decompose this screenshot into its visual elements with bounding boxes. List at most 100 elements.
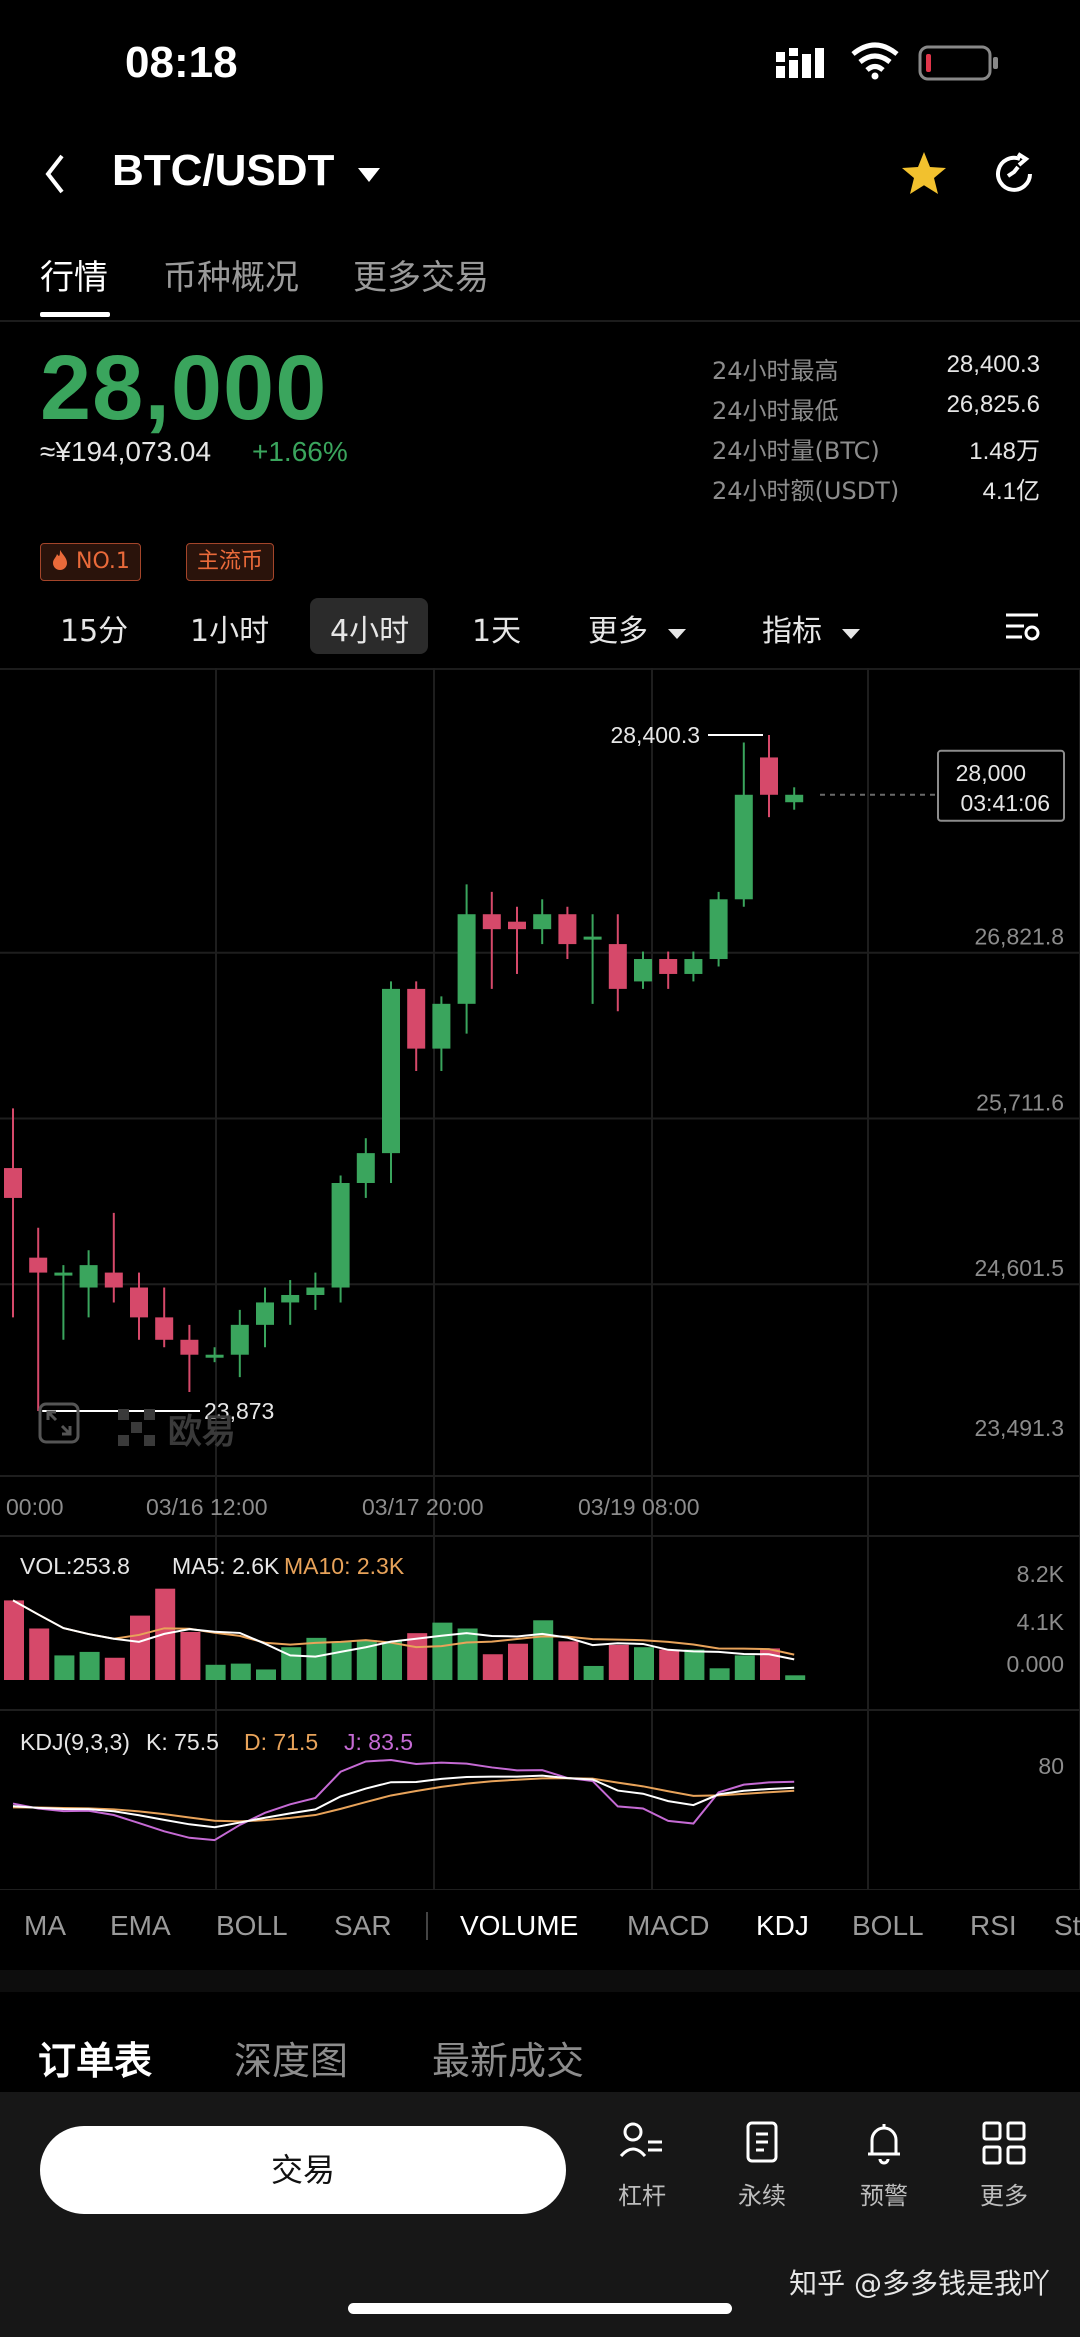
volume-bar	[684, 1649, 705, 1680]
volume-bar	[230, 1663, 251, 1680]
indicator-menu[interactable]: 指标	[762, 606, 862, 650]
ind-tab-ema[interactable]: EMA	[110, 1910, 171, 1942]
volume-bar	[785, 1675, 806, 1680]
volume-axis-label: 4.1K	[1017, 1609, 1065, 1635]
ind-tab-boll[interactable]: BOLL	[216, 1910, 288, 1942]
high-label: 28,400.3	[610, 722, 700, 748]
candle-body	[659, 959, 678, 974]
ind-tab-stoch[interactable]: St	[1054, 1910, 1080, 1942]
volume-bar	[331, 1641, 352, 1680]
candle-body	[457, 914, 476, 1004]
timeframe-1d[interactable]: 1天	[472, 606, 521, 650]
candle-body	[583, 936, 602, 940]
signal-icon	[776, 46, 834, 84]
price-axis-label: 24,601.5	[974, 1255, 1064, 1281]
volume-bar	[382, 1641, 402, 1680]
chevron-down-icon[interactable]	[356, 166, 382, 188]
tab-order-book[interactable]: 订单表	[38, 2030, 152, 2085]
ma10-legend: MA10: 2.3K	[284, 1553, 405, 1579]
tab-latest-trades[interactable]: 最新成交	[432, 2030, 584, 2085]
trade-button[interactable]: 交易	[40, 2126, 566, 2214]
ind-tab-boll-2[interactable]: BOLL	[852, 1910, 924, 1942]
candlestick-chart[interactable]: 26,821.8 25,711.6 24,601.5 23,491.3 28,400.3…	[0, 668, 1080, 1890]
exchange-watermark: 欧易	[118, 1404, 236, 1456]
timeframe-1h[interactable]: 1小时	[190, 606, 269, 650]
volume-bar	[54, 1655, 75, 1680]
chart-settings-icon[interactable]	[1004, 610, 1040, 646]
battery-icon	[918, 45, 1000, 87]
tab-underline	[40, 312, 110, 317]
candle-body	[155, 1317, 174, 1340]
candle-body	[180, 1339, 199, 1355]
nav-alert[interactable]: 预警	[834, 2120, 934, 2211]
candle-body	[356, 1153, 375, 1183]
kdj-j-legend: J: 83.5	[344, 1729, 413, 1755]
fullscreen-icon[interactable]	[38, 1402, 80, 1448]
stat-value: 28,400.3	[946, 351, 1040, 378]
candle-body	[130, 1287, 148, 1318]
tab-depth-chart[interactable]: 深度图	[234, 2030, 348, 2085]
volume-axis-label: 0.000	[1006, 1651, 1064, 1677]
nav-more[interactable]: 更多	[954, 2120, 1054, 2211]
candle-body	[709, 899, 728, 960]
ind-tab-macd[interactable]: MACD	[627, 1910, 709, 1942]
rank-badge: NO.1	[40, 543, 141, 581]
ind-tab-rsi[interactable]: RSI	[970, 1910, 1017, 1942]
volume-bar	[4, 1600, 24, 1680]
stat-value: 1.48万	[969, 438, 1040, 465]
candle-body	[205, 1354, 224, 1358]
candle-body	[256, 1302, 274, 1325]
candle-body	[558, 914, 577, 945]
ind-tab-kdj[interactable]: KDJ	[756, 1910, 809, 1942]
candle-body	[482, 914, 501, 930]
tab-more-trading[interactable]: 更多交易	[353, 250, 489, 299]
status-time: 08:18	[125, 38, 238, 87]
timeframe-15m[interactable]: 15分	[60, 606, 128, 650]
volume-bar	[634, 1647, 654, 1680]
volume-bar	[205, 1664, 226, 1680]
margin-icon	[619, 2122, 662, 2158]
volume-axis-label: 8.2K	[1017, 1561, 1065, 1587]
price-axis-label: 23,491.3	[974, 1415, 1064, 1441]
candle-body	[29, 1257, 48, 1273]
volume-bar	[180, 1632, 201, 1680]
wifi-icon	[850, 42, 900, 84]
nav-more-label: 更多	[980, 2182, 1028, 2210]
tab-market[interactable]: 行情	[40, 250, 108, 299]
price-axis-label: 25,711.6	[976, 1089, 1064, 1115]
nav-alert-label: 预警	[860, 2182, 908, 2210]
tab-coin-overview[interactable]: 币种概况	[163, 250, 299, 299]
ind-tab-volume[interactable]: VOLUME	[460, 1910, 578, 1942]
candle-body	[104, 1272, 123, 1288]
ind-tab-sar[interactable]: SAR	[334, 1910, 392, 1942]
volume-bar	[659, 1649, 680, 1680]
candle-body	[508, 921, 526, 930]
volume-bar	[104, 1657, 125, 1680]
back-icon[interactable]	[40, 150, 70, 202]
kdj-k-legend: K: 75.5	[146, 1729, 219, 1755]
pair-title[interactable]: BTC/USDT	[112, 146, 334, 196]
bell-icon	[868, 2124, 900, 2165]
ind-tab-ma[interactable]: MA	[24, 1910, 66, 1942]
timeframe-4h[interactable]: 4小时	[330, 606, 409, 650]
volume-bar	[734, 1655, 755, 1680]
candle-body	[54, 1272, 73, 1276]
price-change: +1.66%	[252, 436, 348, 467]
volume-bar	[508, 1643, 528, 1680]
star-icon[interactable]	[900, 150, 948, 200]
nav-perpetual[interactable]: 永续	[712, 2120, 812, 2211]
nav-margin[interactable]: 杠杆	[592, 2120, 692, 2211]
nav-margin-label: 杠杆	[618, 2182, 666, 2210]
refresh-icon[interactable]	[990, 150, 1038, 202]
stat-label: 24小时额(USDT)	[712, 477, 900, 505]
candle-body	[760, 757, 778, 795]
volume-bar	[533, 1620, 554, 1680]
timeframe-more[interactable]: 更多	[588, 606, 688, 650]
chevron-down-icon	[667, 629, 686, 639]
home-indicator[interactable]	[348, 2303, 732, 2314]
indicator-menu-label: 指标	[762, 614, 822, 649]
candle-body	[79, 1265, 98, 1288]
candle-body	[281, 1294, 300, 1303]
candle-body	[608, 944, 627, 989]
candle-body	[407, 988, 426, 1049]
